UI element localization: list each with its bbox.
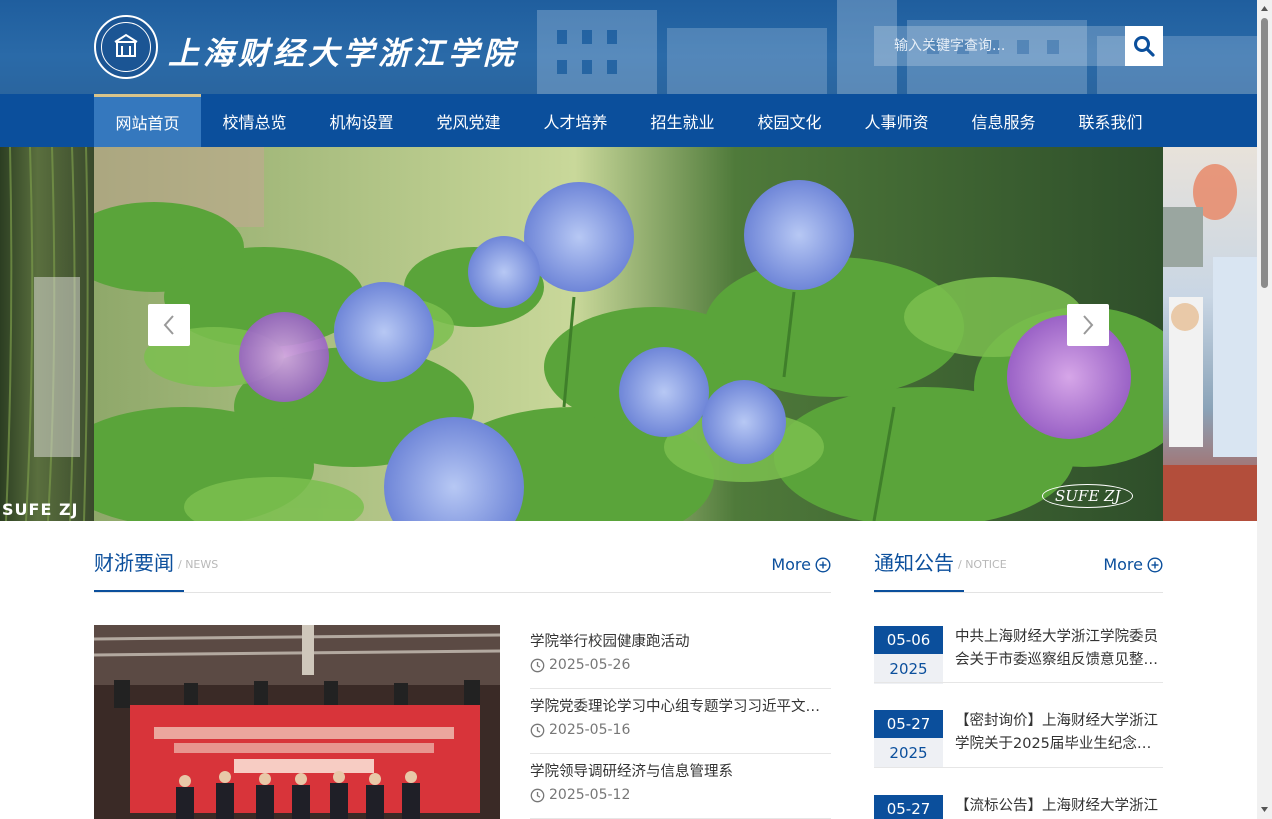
college-seal-logo[interactable] bbox=[94, 15, 158, 79]
scroll-down-icon[interactable] bbox=[1260, 805, 1269, 814]
notice-section-header: 通知公告 / NOTICE More bbox=[874, 545, 1163, 593]
carousel-next-slide-preview[interactable] bbox=[1163, 147, 1257, 521]
scrollbar-thumb[interactable] bbox=[1261, 18, 1268, 288]
notice-item[interactable]: 05-06 2025 中共上海财经大学浙江学院委员会关于市委巡察组反馈意见整改进… bbox=[874, 626, 1163, 684]
carousel-active-slide[interactable] bbox=[54, 147, 1194, 521]
notice-date-badge: 05-06 2025 bbox=[874, 626, 943, 684]
notice-divider bbox=[874, 682, 1163, 683]
notice-month-day: 05-27 bbox=[874, 795, 943, 819]
chevron-right-icon bbox=[1083, 315, 1094, 335]
main-nav: 网站首页 校情总览 机构设置 党风党建 人才培养 招生就业 校园文化 人事师资 … bbox=[0, 94, 1257, 147]
nav-item-contact[interactable]: 联系我们 bbox=[1057, 94, 1164, 147]
notice-month-day: 05-06 bbox=[874, 626, 943, 654]
notice-title[interactable]: 【流标公告】上海财经大学浙江学院 bbox=[955, 795, 1163, 819]
notice-date-badge: 05-27 2025 bbox=[874, 710, 943, 768]
news-section-header: 财浙要闻 / NEWS More bbox=[94, 545, 831, 593]
hydrangea-photo bbox=[54, 147, 1194, 521]
page: 上海财经大学浙江学院 网站首页 校情总览 机构设置 党风党建 人才培养 招生就业… bbox=[0, 0, 1272, 819]
clock-icon bbox=[530, 723, 545, 737]
chevron-left-icon bbox=[163, 315, 174, 335]
notice-month-day: 05-27 bbox=[874, 710, 943, 738]
scroll-up-icon[interactable] bbox=[1260, 4, 1269, 13]
nav-item-info-services[interactable]: 信息服务 bbox=[950, 94, 1057, 147]
notice-section-title: 通知公告 bbox=[874, 545, 964, 592]
news-item-date-row: 2025-05-26 bbox=[530, 657, 831, 673]
slide-watermark-right: SUFE ZJ bbox=[1042, 484, 1134, 508]
carousel-next-button[interactable] bbox=[1067, 304, 1109, 346]
news-item-date-row: 2025-05-12 bbox=[530, 787, 831, 803]
notice-year: 2025 bbox=[889, 744, 928, 762]
news-item[interactable]: 学院党委理论学习中心组专题学习习近平文化思想 2025-05-16 bbox=[530, 689, 831, 754]
slide-watermark-left: SUFE ZJ bbox=[2, 500, 79, 519]
news-section-subtitle: / NEWS bbox=[178, 558, 219, 571]
plus-circle-icon bbox=[815, 556, 831, 573]
news-item-title[interactable]: 学院党委理论学习中心组专题学习习近平文化思想 bbox=[530, 695, 831, 716]
clock-icon bbox=[530, 658, 545, 672]
news-section-title: 财浙要闻 bbox=[94, 545, 184, 592]
plus-circle-icon bbox=[1147, 556, 1163, 573]
notice-title[interactable]: 【密封询价】上海财经大学浙江学院关于2025届毕业生纪念品采购项目 bbox=[955, 710, 1163, 756]
news-item-title[interactable]: 学院举行校园健康跑活动 bbox=[530, 630, 831, 651]
notice-more-label: More bbox=[1103, 555, 1143, 574]
notice-date-badge: 05-27 2025 bbox=[874, 795, 943, 819]
notice-year: 2025 bbox=[889, 660, 928, 678]
clock-icon bbox=[530, 788, 545, 802]
notice-item[interactable]: 05-27 2025 【流标公告】上海财经大学浙江学院 bbox=[874, 795, 1163, 819]
search-input[interactable] bbox=[874, 26, 1125, 66]
nav-item-home[interactable]: 网站首页 bbox=[94, 94, 201, 147]
nav-item-faculty[interactable]: 人事师资 bbox=[843, 94, 950, 147]
carousel-prev-button[interactable] bbox=[148, 304, 190, 346]
nav-item-admissions[interactable]: 招生就业 bbox=[629, 94, 736, 147]
news-item-title[interactable]: 学院领导调研经济与信息管理系 bbox=[530, 760, 831, 781]
notice-section-subtitle: / NOTICE bbox=[958, 558, 1007, 571]
news-list: 学院举行校园健康跑活动 2025-05-26 学院党委理论学习中心组专题学习习近… bbox=[530, 624, 831, 819]
college-name-logo[interactable]: 上海财经大学浙江学院 bbox=[168, 28, 518, 73]
nav-item-campus-culture[interactable]: 校园文化 bbox=[736, 94, 843, 147]
news-item-date: 2025-05-26 bbox=[549, 657, 631, 673]
news-item[interactable]: 学院领导调研经济与信息管理系 2025-05-12 bbox=[530, 754, 831, 819]
banner-carousel: SUFE ZJ SUFE ZJ bbox=[0, 147, 1257, 521]
featured-news-photo[interactable] bbox=[94, 625, 500, 819]
notice-more-link[interactable]: More bbox=[1103, 555, 1163, 574]
news-item-date: 2025-05-12 bbox=[549, 787, 631, 803]
notice-divider bbox=[874, 767, 1163, 768]
nav-item-overview[interactable]: 校情总览 bbox=[201, 94, 308, 147]
notice-title[interactable]: 中共上海财经大学浙江学院委员会关于市委巡察组反馈意见整改进展情况的通报 bbox=[955, 626, 1163, 672]
news-more-link[interactable]: More bbox=[771, 555, 831, 574]
nav-item-party-building[interactable]: 党风党建 bbox=[415, 94, 522, 147]
search-icon bbox=[1134, 36, 1155, 57]
news-item-date-row: 2025-05-16 bbox=[530, 722, 831, 738]
carousel-prev-slide-preview[interactable] bbox=[0, 147, 94, 521]
notice-item[interactable]: 05-27 2025 【密封询价】上海财经大学浙江学院关于2025届毕业生纪念品… bbox=[874, 710, 1163, 768]
page-scrollbar[interactable] bbox=[1257, 0, 1272, 819]
news-item-date: 2025-05-16 bbox=[549, 722, 631, 738]
search-button[interactable] bbox=[1125, 26, 1163, 66]
site-header: 上海财经大学浙江学院 bbox=[0, 0, 1257, 94]
nav-item-organization[interactable]: 机构设置 bbox=[308, 94, 415, 147]
news-item[interactable]: 学院举行校园健康跑活动 2025-05-26 bbox=[530, 624, 831, 689]
news-more-label: More bbox=[771, 555, 811, 574]
nav-item-education[interactable]: 人才培养 bbox=[522, 94, 629, 147]
